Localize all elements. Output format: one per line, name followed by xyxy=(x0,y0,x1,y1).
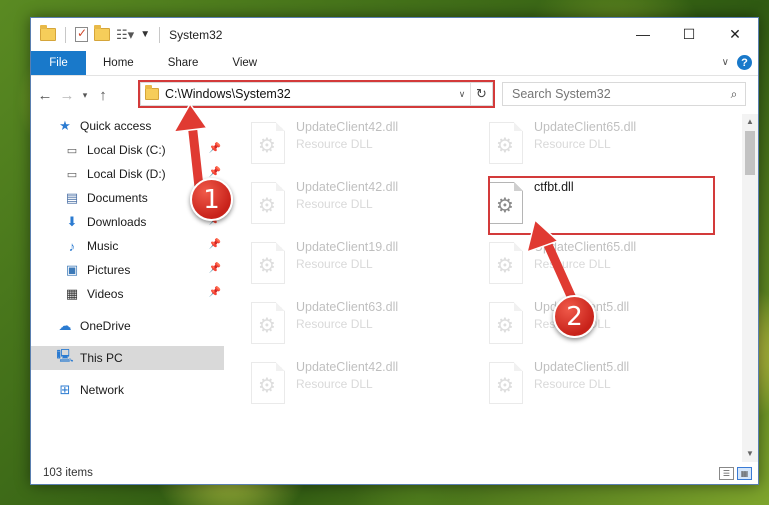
step-2-badge: 2 xyxy=(553,295,596,338)
arrow-1-head xyxy=(172,102,209,133)
annotation-arrows xyxy=(172,102,580,310)
step-1-badge: 1 xyxy=(190,178,233,221)
